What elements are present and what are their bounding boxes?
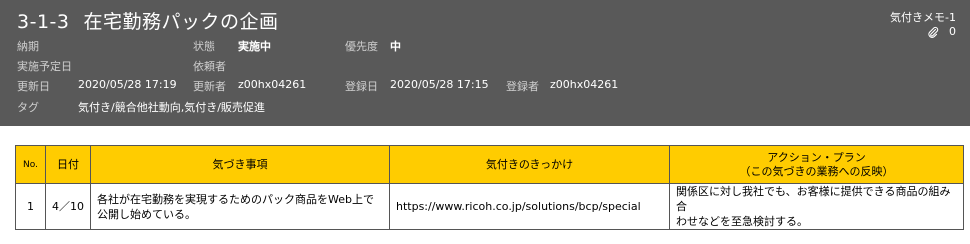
attachment-indicator[interactable]: 0 [927, 25, 956, 38]
cell-trigger[interactable]: https://www.ricoh.co.jp/solutions/bcp/sp… [389, 183, 670, 230]
cell-date: 4／10 [45, 183, 91, 230]
col-header-action: アクション・プラン （この気づきの業務への反映） [669, 145, 964, 184]
cell-action: 関係区に対し我社でも、お客様に提供できる商品の組み合 わせなどを至急検討する。 [669, 183, 964, 230]
record-number: 3-1-3 [17, 11, 70, 33]
status-label: 状態 [193, 40, 215, 53]
notice-table: No. 日付 気づき事項 気付きのきっかけ アクション・プラン （この気づきの業… [15, 145, 964, 230]
record-header: 3-1-3 在宅勤務パックの企画 気付きメモ-1 0 納期 状態 実施中 優先度 … [0, 0, 970, 126]
cell-notice: 各社が在宅勤務を実現するためのパック商品をWeb上で 公開し始めている。 [90, 183, 390, 230]
registered-label: 登録日 [345, 80, 378, 93]
page-title: 3-1-3 在宅勤務パックの企画 [17, 7, 279, 34]
col-header-notice: 気づき事項 [90, 145, 390, 184]
tags-value[interactable]: 気付き/競合他社動向,気付き/販売促進 [78, 99, 265, 115]
memo-label[interactable]: 気付きメモ-1 [890, 9, 956, 25]
updated-value: 2020/05/28 17:19 [78, 78, 177, 91]
record-title: 在宅勤務パックの企画 [83, 11, 279, 33]
planned-date-label: 実施予定日 [17, 60, 72, 73]
priority-label: 優先度 [345, 40, 378, 53]
updated-label: 更新日 [17, 80, 50, 93]
priority-value: 中 [390, 40, 401, 53]
registered-value: 2020/05/28 17:15 [390, 78, 489, 91]
status-value: 実施中 [238, 40, 271, 53]
registrant-value: z00hx04261 [550, 78, 619, 91]
col-header-date: 日付 [45, 145, 91, 184]
registrant-label: 登録者 [506, 80, 539, 93]
due-label: 納期 [17, 40, 39, 53]
tags-label: タグ [17, 101, 39, 114]
table-row: 1 4／10 各社が在宅勤務を実現するためのパック商品をWeb上で 公開し始めて… [15, 183, 964, 230]
updater-label: 更新者 [193, 80, 226, 93]
col-header-no: No. [15, 145, 46, 184]
attachment-count: 0 [949, 25, 956, 38]
requester-label: 依頼者 [193, 60, 226, 73]
table-header-row: No. 日付 気づき事項 気付きのきっかけ アクション・プラン （この気づきの業… [15, 145, 964, 184]
paperclip-icon[interactable] [927, 26, 939, 38]
cell-no: 1 [15, 183, 46, 230]
updater-value: z00hx04261 [238, 78, 307, 91]
col-header-trigger: 気付きのきっかけ [389, 145, 670, 184]
